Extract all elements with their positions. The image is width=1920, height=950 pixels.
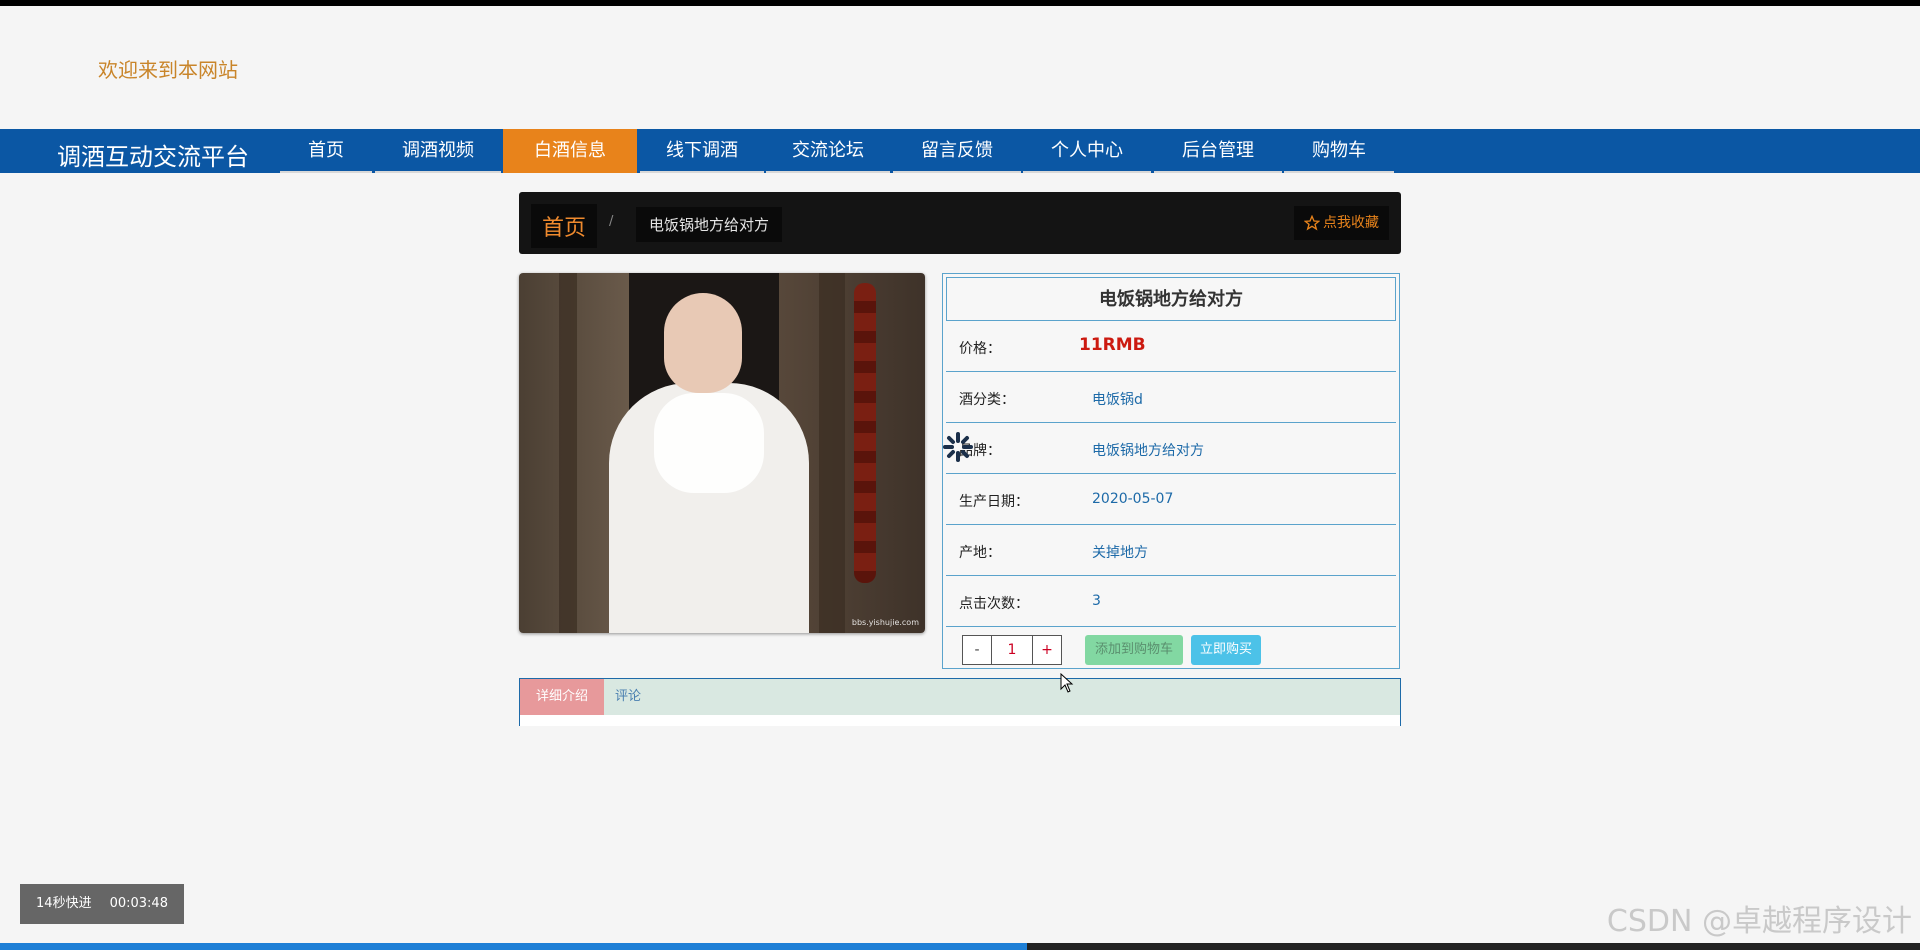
category-row: 酒分类： 电饭锅d <box>946 372 1396 423</box>
production-date-row: 生产日期： 2020-05-07 <box>946 474 1396 525</box>
nav-liquor-info[interactable]: 白酒信息 <box>503 129 637 173</box>
quantity-increase-button[interactable]: + <box>1032 635 1062 665</box>
image-background-post <box>819 273 845 633</box>
origin-value: 关掉地方 <box>1092 545 1148 561</box>
image-chili-string <box>854 283 876 583</box>
image-figure-collar <box>654 393 764 493</box>
purchase-row: - 1 + 添加到购物车 立即购买 <box>946 627 1396 667</box>
clicks-row: 点击次数： 3 <box>946 576 1396 627</box>
nav-admin[interactable]: 后台管理 <box>1154 129 1282 173</box>
category-label: 酒分类： <box>959 392 1015 408</box>
mouse-cursor-icon <box>1060 673 1074 693</box>
nav-cart[interactable]: 购物车 <box>1284 129 1394 173</box>
price-label: 价格： <box>959 341 1001 357</box>
brand-row: 品牌： 电饭锅地方给对方 <box>946 423 1396 474</box>
nav-offline[interactable]: 线下调酒 <box>640 129 764 173</box>
product-title: 电饭锅地方给对方 <box>946 277 1396 321</box>
quantity-input[interactable]: 1 <box>992 635 1032 665</box>
price-value: 11RMB <box>1079 335 1146 355</box>
favorite-label: 点我收藏 <box>1323 215 1379 231</box>
nav-home[interactable]: 首页 <box>280 129 372 173</box>
price-row: 价格： 11RMB <box>946 321 1396 372</box>
skip-forward-label[interactable]: 14秒快进 <box>36 896 92 911</box>
nav-profile[interactable]: 个人中心 <box>1023 129 1151 173</box>
image-background-post <box>559 273 577 633</box>
breadcrumb-separator: / <box>609 214 614 229</box>
product-image: bbs.yishujie.com <box>519 273 925 633</box>
clicks-label: 点击次数： <box>959 596 1029 612</box>
detail-tabs: 详细介绍 评论 <box>519 678 1401 726</box>
breadcrumb-home[interactable]: 首页 <box>531 204 598 248</box>
breadcrumb-current: 电饭锅地方给对方 <box>636 207 783 242</box>
quantity-decrease-button[interactable]: - <box>962 635 992 665</box>
breadcrumb: 首页 / 电饭锅地方给对方 点我收藏 <box>519 192 1401 254</box>
category-value: 电饭锅d <box>1092 392 1143 408</box>
main-navbar: 调酒互动交流平台 首页 调酒视频 白酒信息 线下调酒 交流论坛 留言反馈 个人中… <box>0 129 1920 173</box>
star-icon <box>1304 215 1320 231</box>
tabs-header: 详细介绍 评论 <box>520 679 1400 715</box>
add-to-cart-button[interactable]: 添加到购物车 <box>1085 635 1184 665</box>
site-brand[interactable]: 调酒互动交流平台 <box>57 137 249 172</box>
image-figure-face <box>664 293 742 393</box>
buy-now-button[interactable]: 立即购买 <box>1191 635 1262 665</box>
video-progress-bar[interactable] <box>0 943 1920 950</box>
top-border <box>0 0 1920 6</box>
production-date-value: 2020-05-07 <box>1092 491 1174 507</box>
origin-label: 产地： <box>959 545 1001 561</box>
tab-details[interactable]: 详细介绍 <box>520 679 605 715</box>
loading-spinner-icon <box>943 432 973 462</box>
playback-time: 00:03:48 <box>109 896 168 911</box>
product-info-panel: 电饭锅地方给对方 价格： 11RMB 酒分类： 电饭锅d 品牌： 电饭锅地方给对… <box>942 273 1400 669</box>
clicks-value: 3 <box>1092 593 1101 609</box>
nav-feedback[interactable]: 留言反馈 <box>893 129 1021 173</box>
brand-value: 电饭锅地方给对方 <box>1092 443 1204 459</box>
video-overlay[interactable]: 14秒快进 00:03:48 <box>20 884 184 924</box>
welcome-text: 欢迎来到本网站 <box>98 58 238 82</box>
video-progress-fill <box>0 943 1028 950</box>
quantity-stepper: - 1 + <box>962 635 1062 665</box>
tab-comments[interactable]: 评论 <box>599 679 657 715</box>
production-date-label: 生产日期： <box>959 494 1029 510</box>
favorite-button[interactable]: 点我收藏 <box>1294 206 1389 240</box>
image-watermark: bbs.yishujie.com <box>851 618 919 627</box>
nav-forum[interactable]: 交流论坛 <box>766 129 890 173</box>
csdn-watermark: CSDN @卓越程序设计 <box>1606 904 1912 939</box>
origin-row: 产地： 关掉地方 <box>946 525 1396 576</box>
nav-videos[interactable]: 调酒视频 <box>375 129 501 173</box>
